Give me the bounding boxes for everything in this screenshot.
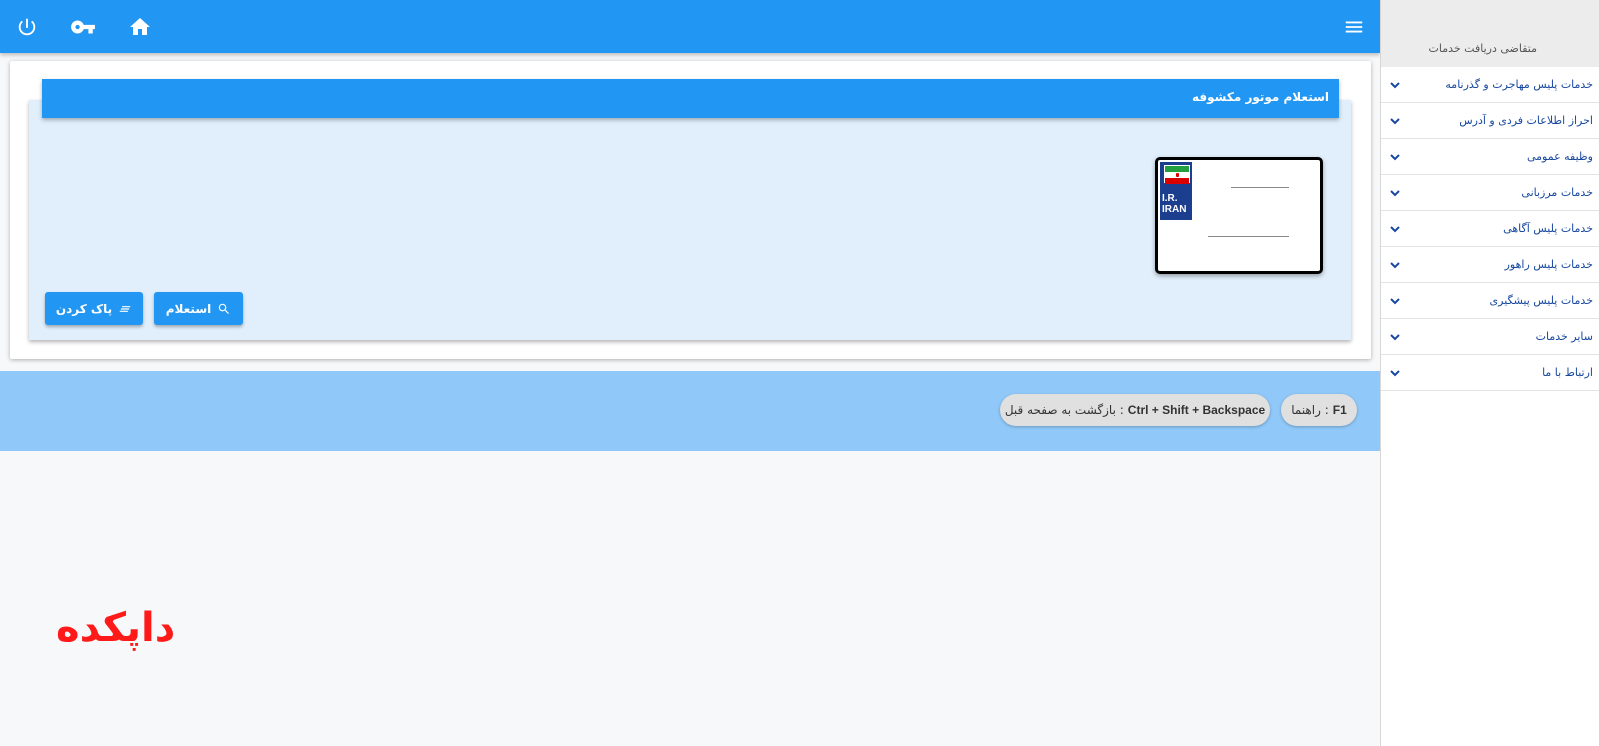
license-plate-input[interactable]: I.R. IRAN bbox=[1155, 157, 1323, 274]
sidebar-item-label: خدمات پلیس پیشگیری bbox=[1489, 294, 1593, 307]
chevron-down-icon bbox=[1390, 153, 1400, 160]
power-icon[interactable] bbox=[12, 12, 42, 42]
sidebar-item-label: خدمات پلیس راهور bbox=[1504, 258, 1593, 271]
clear-all-icon bbox=[119, 305, 131, 312]
clear-button-label: پاک کردن bbox=[55, 301, 113, 316]
sidebar-user-label: متقاضی دریافت خدمات bbox=[1428, 42, 1538, 55]
help-shortcut-key: F1 bbox=[1332, 403, 1347, 417]
chevron-down-icon bbox=[1390, 81, 1400, 88]
inquiry-button[interactable]: استعلام bbox=[154, 292, 243, 325]
sidebar-item-detective[interactable]: خدمات پلیس آگاهی bbox=[1381, 211, 1599, 247]
sidebar-item-label: خدمات پلیس آگاهی bbox=[1503, 222, 1593, 235]
back-shortcut-text: : بازگشت به صفحه قبل bbox=[1004, 403, 1124, 417]
plate-field-lower[interactable] bbox=[1208, 236, 1289, 237]
back-shortcut-chip[interactable]: Ctrl + Shift + Backspace : بازگشت به صفح… bbox=[1000, 394, 1270, 426]
chevron-down-icon bbox=[1390, 297, 1400, 304]
plate-country-line2: IRAN bbox=[1162, 204, 1187, 215]
clear-button[interactable]: پاک کردن bbox=[45, 292, 143, 325]
menu-icon[interactable] bbox=[1339, 12, 1369, 42]
search-icon bbox=[219, 303, 230, 314]
chevron-down-icon bbox=[1390, 225, 1400, 232]
help-shortcut-chip[interactable]: F1 : راهنما bbox=[1281, 394, 1357, 426]
sidebar-item-label: خدمات پلیس مهاجرت و گذرنامه bbox=[1445, 78, 1593, 91]
plate-country-line1: I.R. bbox=[1162, 193, 1178, 204]
key-icon[interactable] bbox=[68, 12, 98, 42]
sidebar-item-identity[interactable]: احراز اطلاعات فردی و آدرس bbox=[1381, 103, 1599, 139]
help-shortcut-text: : راهنما bbox=[1291, 403, 1329, 417]
iran-flag-icon bbox=[1164, 165, 1190, 184]
plate-country-strip: I.R. IRAN bbox=[1160, 162, 1192, 220]
sidebar-item-other[interactable]: سایر خدمات bbox=[1381, 319, 1599, 355]
sidebar-item-contact[interactable]: ارتباط با ما bbox=[1381, 355, 1599, 391]
panel-title: استعلام موتور مکشوفه bbox=[42, 79, 1339, 118]
chevron-down-icon bbox=[1390, 261, 1400, 268]
inquiry-button-label: استعلام bbox=[165, 301, 212, 316]
home-icon[interactable] bbox=[125, 12, 155, 42]
plate-field-upper[interactable] bbox=[1231, 187, 1289, 188]
back-shortcut-key: Ctrl + Shift + Backspace bbox=[1127, 403, 1266, 417]
chevron-down-icon bbox=[1390, 117, 1400, 124]
sidebar-item-prevention[interactable]: خدمات پلیس پیشگیری bbox=[1381, 283, 1599, 319]
sidebar-item-label: خدمات مرزبانی bbox=[1521, 186, 1593, 199]
chevron-down-icon bbox=[1390, 189, 1400, 196]
sidebar-item-label: سایر خدمات bbox=[1535, 330, 1593, 343]
sidebar-item-label: وظیفه عمومی bbox=[1526, 150, 1593, 163]
shortcut-hint-bar: F1 : راهنما Ctrl + Shift + Backspace : ب… bbox=[0, 371, 1380, 451]
chevron-down-icon bbox=[1390, 369, 1400, 376]
sidebar-item-border[interactable]: خدمات مرزبانی bbox=[1381, 175, 1599, 211]
top-app-bar bbox=[0, 0, 1380, 53]
sidebar: متقاضی دریافت خدمات خدمات پلیس مهاجرت و … bbox=[1380, 0, 1599, 746]
sidebar-item-traffic[interactable]: خدمات پلیس راهور bbox=[1381, 247, 1599, 283]
sidebar-item-military-service[interactable]: وظیفه عمومی bbox=[1381, 139, 1599, 175]
chevron-down-icon bbox=[1390, 333, 1400, 340]
sidebar-item-label: احراز اطلاعات فردی و آدرس bbox=[1459, 114, 1593, 127]
watermark-logo: داپکده bbox=[56, 605, 176, 651]
sidebar-user-header: متقاضی دریافت خدمات bbox=[1381, 0, 1599, 67]
sidebar-item-immigration[interactable]: خدمات پلیس مهاجرت و گذرنامه bbox=[1381, 67, 1599, 103]
sidebar-item-label: ارتباط با ما bbox=[1542, 366, 1593, 379]
